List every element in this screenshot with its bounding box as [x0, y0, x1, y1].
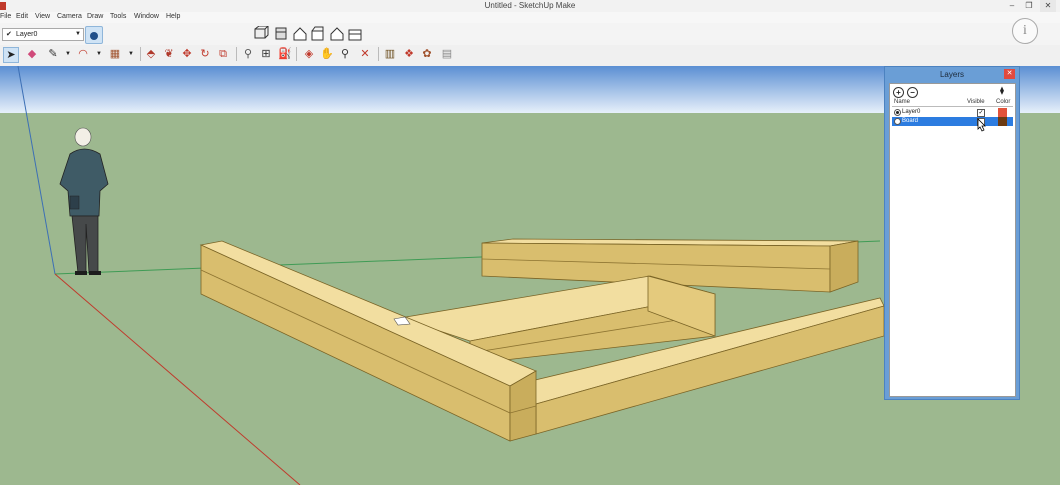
layers-toolbar [0, 23, 1060, 45]
layer-dropdown[interactable]: ✔ Layer0 ▼ [2, 28, 84, 41]
layer-row[interactable]: Layer0 ✓ [892, 108, 1013, 117]
push-pull-icon[interactable]: ⬘ [144, 47, 158, 61]
mouse-cursor-icon [977, 118, 986, 132]
toolbar-divider [378, 47, 379, 61]
visible-checkbox[interactable]: ✓ [977, 109, 985, 117]
chevron-down-icon: ▼ [75, 31, 81, 37]
select-tool-icon[interactable]: ➤ [3, 47, 19, 63]
menu-file[interactable]: File [0, 13, 11, 20]
follow-me-icon[interactable]: ❦ [162, 47, 176, 61]
move-tool-icon[interactable]: ✥ [180, 47, 194, 61]
delete-layer-button[interactable]: − [907, 87, 918, 98]
layer-name[interactable]: Board [902, 117, 918, 126]
layer-row[interactable]: Board [892, 117, 1013, 126]
menu-bar: File Edit View Camera Draw Tools Window … [0, 12, 1060, 23]
current-layer-label: Layer0 [16, 31, 38, 38]
tools-toolbar [0, 45, 1060, 67]
layer-color-swatch[interactable] [998, 108, 1007, 117]
color-column-header[interactable]: Color [996, 99, 1010, 105]
close-icon[interactable]: ✕ [1040, 0, 1056, 12]
chevron-down-icon[interactable]: ▼ [92, 47, 106, 61]
layout-icon[interactable]: ▤ [440, 47, 454, 61]
menu-edit[interactable]: Edit [16, 13, 28, 20]
top-view-icon[interactable] [275, 27, 287, 40]
check-icon: ✔ [6, 31, 12, 38]
eraser-tool-icon[interactable]: ◆ [25, 47, 39, 61]
chevron-down-icon[interactable]: ▼ [124, 47, 138, 61]
front-view-icon[interactable] [293, 27, 307, 41]
toolbar-divider [236, 47, 237, 61]
details-icon[interactable]: ⧫ [1000, 86, 1010, 96]
toolbar-divider [140, 47, 141, 61]
header-divider [892, 106, 1013, 107]
paint-bucket-icon[interactable]: ⛽ [278, 47, 292, 61]
menu-tools[interactable]: Tools [110, 13, 126, 20]
close-icon[interactable]: ✕ [1004, 69, 1015, 79]
orbit-tool-icon[interactable]: ◈ [302, 47, 316, 61]
rotate-tool-icon[interactable]: ↻ [198, 47, 212, 61]
menu-help[interactable]: Help [166, 13, 180, 20]
components-icon[interactable]: ❖ [402, 47, 416, 61]
menu-draw[interactable]: Draw [87, 13, 103, 20]
active-layer-radio[interactable] [894, 109, 901, 116]
left-view-icon[interactable] [348, 29, 362, 41]
pencil-tool-icon[interactable]: ✎ [46, 47, 60, 61]
layer-color-swatch[interactable] [998, 117, 1007, 126]
arc-tool-icon[interactable]: ◠ [76, 47, 90, 61]
right-view-icon[interactable] [311, 26, 324, 41]
title-bar: Untitled - SketchUp Make – ❐ ✕ [0, 0, 1060, 12]
layer-name[interactable]: Layer0 [902, 108, 920, 117]
info-icon[interactable]: i [1012, 18, 1038, 44]
views-toolbar [254, 26, 362, 41]
minimize-icon[interactable]: – [1004, 0, 1020, 12]
dimension-tool-icon[interactable]: ⊞ [259, 47, 273, 61]
name-column-header[interactable]: Name [894, 99, 910, 105]
add-layer-button[interactable]: + [893, 87, 904, 98]
window-title: Untitled - SketchUp Make [484, 1, 576, 10]
layers-panel: Layers ✕ + − ⧫ Name Visible Color Layer0… [884, 66, 1020, 400]
toolbar-divider [296, 47, 297, 61]
pan-tool-icon[interactable]: ✋ [320, 47, 334, 61]
3d-warehouse-icon[interactable]: ▥ [383, 47, 397, 61]
menu-camera[interactable]: Camera [57, 13, 82, 20]
menu-view[interactable]: View [35, 13, 50, 20]
iso-view-icon[interactable] [254, 26, 269, 39]
zoom-tool-icon[interactable]: ⚲ [338, 47, 352, 61]
zoom-extents-icon[interactable]: ✕ [358, 47, 372, 61]
back-view-icon[interactable] [330, 27, 344, 41]
scale-tool-icon[interactable]: ⧉ [216, 47, 230, 61]
active-layer-radio[interactable] [894, 118, 901, 125]
chevron-down-icon[interactable]: ▼ [61, 47, 75, 61]
tape-measure-icon[interactable]: ⚲ [241, 47, 255, 61]
layers-panel-title: Layers [939, 70, 964, 79]
menu-window[interactable]: Window [134, 13, 159, 20]
layer-manager-button[interactable] [85, 26, 103, 44]
rectangle-tool-icon[interactable]: ▦ [108, 47, 122, 61]
visible-column-header[interactable]: Visible [967, 99, 985, 105]
extension-warehouse-icon[interactable]: ✿ [420, 47, 434, 61]
restore-icon[interactable]: ❐ [1021, 0, 1037, 12]
layers-panel-body: + − ⧫ Name Visible Color Layer0 ✓ Board [889, 83, 1016, 397]
